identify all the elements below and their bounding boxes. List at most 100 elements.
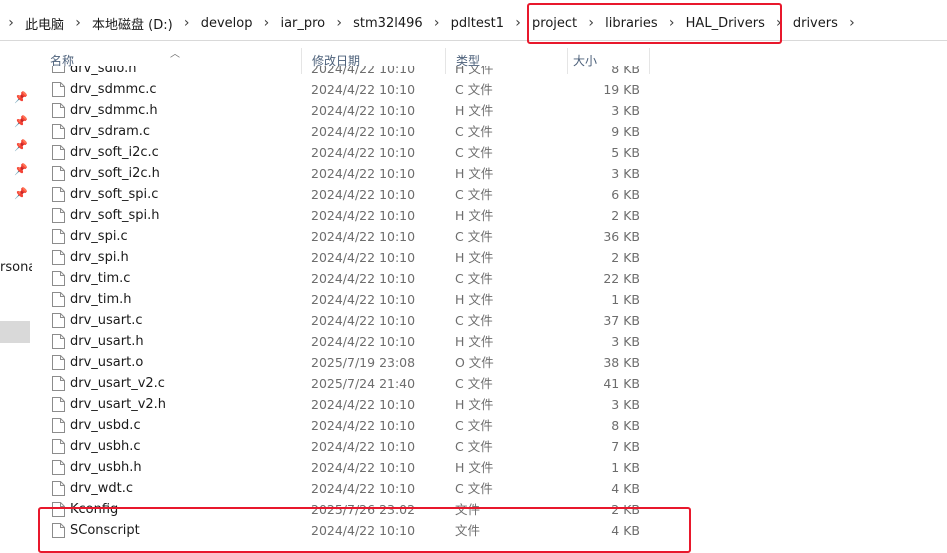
file-type: C 文件 xyxy=(455,418,493,433)
file-name: drv_soft_spi.h xyxy=(70,208,160,223)
file-icon xyxy=(52,229,65,244)
file-size: 2 KB xyxy=(611,250,640,265)
crumb-drivers[interactable]: drivers xyxy=(790,16,841,31)
file-size: 8 KB xyxy=(611,66,640,76)
pin-icon[interactable]: 📌 xyxy=(14,188,28,200)
file-date: 2024/4/22 10:10 xyxy=(311,250,416,265)
file-row[interactable]: drv_usart_v2.h 2024/4/22 10:10 H 文件 3 KB xyxy=(40,394,650,415)
chevron-right-icon[interactable]: › xyxy=(71,15,85,31)
file-size: 3 KB xyxy=(611,166,640,181)
file-row[interactable]: drv_spi.c 2024/4/22 10:10 C 文件 36 KB xyxy=(40,226,650,247)
file-type: H 文件 xyxy=(455,334,494,349)
file-row[interactable]: drv_usart_v2.c 2025/7/24 21:40 C 文件 41 KB xyxy=(40,373,650,394)
chevron-right-icon[interactable]: › xyxy=(665,15,679,31)
file-list[interactable]: drv_sdio.h 2024/4/22 10:10 H 文件 8 KB drv_sdm… xyxy=(40,66,650,541)
pin-icon[interactable]: 📌 xyxy=(14,140,28,152)
file-icon xyxy=(52,376,65,391)
file-type: C 文件 xyxy=(455,376,493,391)
file-icon xyxy=(52,271,65,286)
file-type: H 文件 xyxy=(455,66,494,76)
crumb-project[interactable]: project xyxy=(529,16,580,31)
file-date: 2024/4/22 10:10 xyxy=(311,124,416,139)
file-icon xyxy=(52,439,65,454)
file-icon xyxy=(52,66,65,73)
file-date: 2024/4/22 10:10 xyxy=(311,82,416,97)
file-row[interactable]: Kconfig 2025/7/26 23:02 文件 2 KB xyxy=(40,499,650,520)
chevron-right-icon[interactable]: › xyxy=(845,15,859,31)
file-name: drv_usbd.c xyxy=(70,418,141,433)
crumb-iar-pro[interactable]: iar_pro xyxy=(277,16,328,31)
crumb-this-pc[interactable]: 此电脑 xyxy=(22,14,67,33)
crumb-local-disk[interactable]: 本地磁盘 (D:) xyxy=(89,14,176,33)
crumb-develop[interactable]: develop xyxy=(198,16,256,31)
file-size: 1 KB xyxy=(611,460,640,475)
file-date: 2024/4/22 10:10 xyxy=(311,334,416,349)
file-size: 5 KB xyxy=(611,145,640,160)
file-date: 2024/4/22 10:10 xyxy=(311,208,416,223)
file-row[interactable]: drv_wdt.c 2024/4/22 10:10 C 文件 4 KB xyxy=(40,478,650,499)
crumb-libraries[interactable]: libraries xyxy=(602,16,661,31)
file-type: C 文件 xyxy=(455,82,493,97)
file-icon xyxy=(52,418,65,433)
chevron-right-icon[interactable]: › xyxy=(4,15,18,31)
file-type: H 文件 xyxy=(455,103,494,118)
file-row[interactable]: drv_soft_spi.c 2024/4/22 10:10 C 文件 6 KB xyxy=(40,184,650,205)
file-type: H 文件 xyxy=(455,166,494,181)
file-row[interactable]: drv_soft_i2c.h 2024/4/22 10:10 H 文件 3 KB xyxy=(40,163,650,184)
file-row[interactable]: drv_tim.h 2024/4/22 10:10 H 文件 1 KB xyxy=(40,289,650,310)
file-row[interactable]: drv_tim.c 2024/4/22 10:10 C 文件 22 KB xyxy=(40,268,650,289)
file-type: H 文件 xyxy=(455,397,494,412)
file-name: drv_soft_i2c.c xyxy=(70,145,159,160)
file-row[interactable]: drv_usbh.c 2024/4/22 10:10 C 文件 7 KB xyxy=(40,436,650,457)
file-name: drv_usbh.c xyxy=(70,439,141,454)
file-icon xyxy=(52,250,65,265)
pin-icon[interactable]: 📌 xyxy=(14,92,28,104)
chevron-right-icon[interactable]: › xyxy=(511,15,525,31)
file-type: C 文件 xyxy=(455,481,493,496)
file-row[interactable]: drv_usbh.h 2024/4/22 10:10 H 文件 1 KB xyxy=(40,457,650,478)
chevron-right-icon[interactable]: › xyxy=(332,15,346,31)
file-row[interactable]: drv_sdmmc.h 2024/4/22 10:10 H 文件 3 KB xyxy=(40,100,650,121)
crumb-stm32l496[interactable]: stm32l496 xyxy=(350,16,426,31)
file-icon xyxy=(52,187,65,202)
file-row[interactable]: drv_soft_spi.h 2024/4/22 10:10 H 文件 2 KB xyxy=(40,205,650,226)
file-size: 4 KB xyxy=(611,523,640,538)
file-row[interactable]: drv_usbd.c 2024/4/22 10:10 C 文件 8 KB xyxy=(40,415,650,436)
nav-item-personal[interactable]: rsona xyxy=(0,260,32,275)
address-bar[interactable]: › 此电脑 › 本地磁盘 (D:) › develop › iar_pro › stm32… xyxy=(0,0,947,46)
file-row[interactable]: drv_spi.h 2024/4/22 10:10 H 文件 2 KB xyxy=(40,247,650,268)
file-row[interactable]: drv_usart.h 2024/4/22 10:10 H 文件 3 KB xyxy=(40,331,650,352)
file-date: 2024/4/22 10:10 xyxy=(311,292,416,307)
file-name: drv_spi.h xyxy=(70,250,129,265)
file-date: 2024/4/22 10:10 xyxy=(311,166,416,181)
chevron-right-icon[interactable]: › xyxy=(430,15,444,31)
file-icon xyxy=(52,82,65,97)
file-date: 2024/4/22 10:10 xyxy=(311,229,416,244)
file-date: 2024/4/22 10:10 xyxy=(311,66,416,76)
chevron-right-icon[interactable]: › xyxy=(259,15,273,31)
crumb-hal-drivers[interactable]: HAL_Drivers xyxy=(683,16,768,31)
file-row[interactable]: drv_usart.o 2025/7/19 23:08 O 文件 38 KB xyxy=(40,352,650,373)
file-row[interactable]: drv_sdram.c 2024/4/22 10:10 C 文件 9 KB xyxy=(40,121,650,142)
chevron-right-icon[interactable]: › xyxy=(180,15,194,31)
file-type: O 文件 xyxy=(455,355,494,370)
file-name: drv_tim.h xyxy=(70,292,132,307)
nav-selected-item[interactable] xyxy=(0,321,30,343)
file-row[interactable]: drv_soft_i2c.c 2024/4/22 10:10 C 文件 5 KB xyxy=(40,142,650,163)
navigation-pane[interactable]: 📌 📌 📌 📌 📌 rsona xyxy=(0,46,32,553)
file-row[interactable]: drv_sdio.h 2024/4/22 10:10 H 文件 8 KB xyxy=(40,66,650,79)
file-date: 2024/4/22 10:10 xyxy=(311,418,416,433)
file-date: 2024/4/22 10:10 xyxy=(311,523,416,538)
file-icon xyxy=(52,523,65,538)
chevron-right-icon[interactable]: › xyxy=(584,15,598,31)
file-row[interactable]: drv_sdmmc.c 2024/4/22 10:10 C 文件 19 KB xyxy=(40,79,650,100)
crumb-pdltest1[interactable]: pdltest1 xyxy=(448,16,507,31)
file-row[interactable]: drv_usart.c 2024/4/22 10:10 C 文件 37 KB xyxy=(40,310,650,331)
chevron-right-icon[interactable]: › xyxy=(772,15,786,31)
file-type: H 文件 xyxy=(455,250,494,265)
file-name: drv_usart_v2.h xyxy=(70,397,167,412)
file-row[interactable]: SConscript 2024/4/22 10:10 文件 4 KB xyxy=(40,520,650,541)
pin-icon[interactable]: 📌 xyxy=(14,116,28,128)
file-date: 2025/7/19 23:08 xyxy=(311,355,416,370)
pin-icon[interactable]: 📌 xyxy=(14,164,28,176)
